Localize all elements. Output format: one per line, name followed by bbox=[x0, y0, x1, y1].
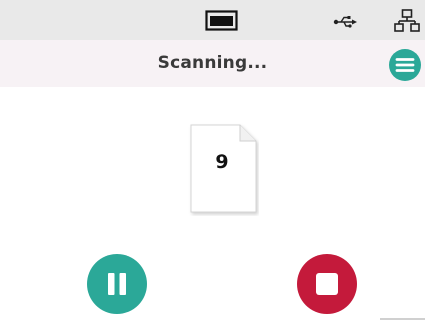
scroll-indicator bbox=[380, 318, 425, 320]
network-icon bbox=[394, 9, 420, 33]
header: Scanning... bbox=[0, 40, 425, 87]
usb-icon bbox=[333, 15, 357, 29]
hamburger-menu-icon bbox=[389, 49, 421, 81]
pause-button[interactable] bbox=[87, 254, 147, 314]
status-bar bbox=[0, 0, 425, 40]
scanning-screen: Scanning... 9 bbox=[0, 0, 425, 322]
stop-icon bbox=[297, 254, 357, 314]
page-title: Scanning... bbox=[157, 53, 268, 73]
stop-button[interactable] bbox=[297, 254, 357, 314]
pause-icon bbox=[87, 254, 147, 314]
menu-button[interactable] bbox=[389, 49, 421, 81]
scanner-icon bbox=[205, 10, 238, 31]
page-count: 9 bbox=[215, 151, 229, 173]
scanned-page-counter: 9 bbox=[188, 123, 259, 216]
